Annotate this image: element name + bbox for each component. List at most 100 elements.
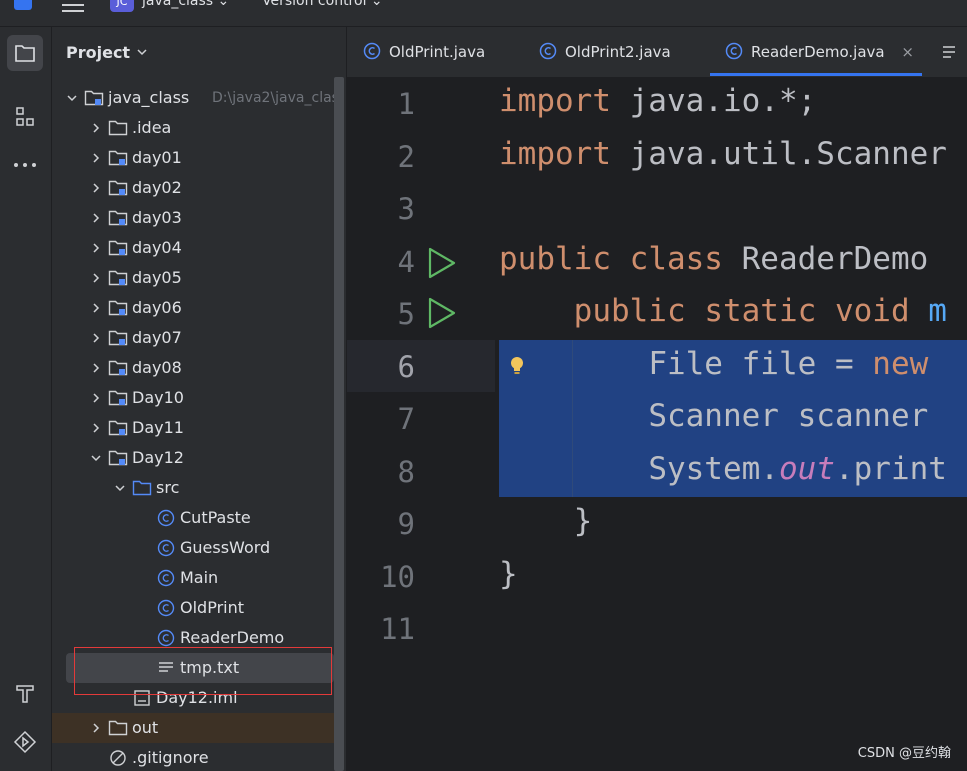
active-tab-indicator xyxy=(710,73,922,76)
tab-readerdemo[interactable]: ReaderDemo.java × xyxy=(725,27,914,77)
tab-label: ReaderDemo.java xyxy=(751,43,885,61)
tree-item-idea[interactable]: .idea xyxy=(52,113,334,143)
tree-item-src[interactable]: src xyxy=(52,473,334,503)
class-icon xyxy=(157,629,175,647)
folder-icon xyxy=(108,150,128,166)
chevron-right-icon[interactable] xyxy=(90,722,102,734)
class-icon xyxy=(157,569,175,587)
chevron-right-icon[interactable] xyxy=(90,422,102,434)
hamburger-menu-icon[interactable] xyxy=(62,0,84,14)
close-icon[interactable]: × xyxy=(901,43,914,61)
code-line-7: Scanner scanner xyxy=(499,398,928,434)
code-line-4: public class ReaderDemo xyxy=(499,241,928,277)
line-number: 6 xyxy=(397,349,415,384)
chevron-right-icon[interactable] xyxy=(90,122,102,134)
tree-item-day06[interactable]: day06 xyxy=(52,293,334,323)
chevron-down-icon[interactable] xyxy=(136,47,148,57)
tree-scrollbar[interactable] xyxy=(334,77,344,771)
more-horizontal-icon xyxy=(14,163,36,167)
code-line-6: File file = new xyxy=(499,346,928,382)
chevron-down-icon[interactable] xyxy=(114,482,126,494)
method-name: m xyxy=(928,293,947,329)
chevron-right-icon[interactable] xyxy=(90,212,102,224)
line-number: 8 xyxy=(397,454,415,489)
project-tool-button[interactable] xyxy=(7,35,43,71)
tree-item-oldprint[interactable]: OldPrint xyxy=(52,593,334,623)
build-tool-button[interactable] xyxy=(7,675,43,711)
tree-item-label: src xyxy=(156,478,180,497)
folder-icon xyxy=(108,300,128,316)
folder-icon xyxy=(108,720,128,736)
run-icon[interactable] xyxy=(427,296,457,330)
tree-item-label: day08 xyxy=(132,358,182,377)
project-badge[interactable]: JC xyxy=(110,0,134,12)
chevron-right-icon[interactable] xyxy=(90,152,102,164)
line-number: 5 xyxy=(397,297,415,331)
tree-item-day02[interactable]: day02 xyxy=(52,173,334,203)
chevron-right-icon[interactable] xyxy=(90,302,102,314)
folder-icon xyxy=(108,120,128,136)
chevron-right-icon[interactable] xyxy=(90,182,102,194)
folder-icon xyxy=(108,270,128,286)
run-icon[interactable] xyxy=(427,246,457,280)
watermark: CSDN @豆约翰 xyxy=(857,746,951,761)
keyword: import xyxy=(499,83,611,119)
line-number: 3 xyxy=(397,192,415,226)
tree-item-guessword[interactable]: GuessWord xyxy=(52,533,334,563)
chevron-down-icon: ⌄ xyxy=(217,0,230,9)
tree-item-day05[interactable]: day05 xyxy=(52,263,334,293)
chevron-right-icon[interactable] xyxy=(90,242,102,254)
tree-item-day12[interactable]: Day12 xyxy=(52,443,334,473)
recent-files-icon[interactable] xyxy=(941,45,957,59)
chevron-right-icon[interactable] xyxy=(90,272,102,284)
static-field: out xyxy=(778,451,835,487)
tree-item-javaclass[interactable]: java_class D:\java2\java_clas xyxy=(52,83,339,113)
tree-item-cutpaste[interactable]: CutPaste xyxy=(52,503,334,533)
tree-item-day01[interactable]: day01 xyxy=(52,143,334,173)
project-panel: Project java_class D:\java2\java_clas .ide… xyxy=(52,27,346,771)
line-number: 9 xyxy=(397,507,415,541)
line-number: 11 xyxy=(380,612,415,646)
project-panel-title[interactable]: Project xyxy=(66,43,130,62)
code-text: java.util.Scanner xyxy=(610,136,947,172)
line-number: 10 xyxy=(380,559,415,594)
project-switcher[interactable]: java_class ⌄ xyxy=(142,0,229,9)
folder-icon xyxy=(108,330,128,346)
tree-item-gitignore[interactable]: .gitignore xyxy=(52,743,334,771)
services-icon xyxy=(13,730,37,754)
line-number: 7 xyxy=(397,402,415,436)
chevron-right-icon[interactable] xyxy=(90,392,102,404)
chevron-down-icon[interactable] xyxy=(66,92,78,104)
tree-item-label: day01 xyxy=(132,148,182,167)
line-number: 2 xyxy=(397,139,415,174)
keyword: void xyxy=(834,293,910,329)
code-editor[interactable]: 1 2 3 4 5 6 7 8 9 10 11 import java.io.*; import j… xyxy=(347,78,967,771)
chevron-right-icon[interactable] xyxy=(90,332,102,344)
more-tools-button[interactable] xyxy=(7,147,43,183)
structure-tool-button[interactable] xyxy=(7,99,43,135)
tree-item-day04[interactable]: day04 xyxy=(52,233,334,263)
tree-item-out[interactable]: out xyxy=(52,713,334,743)
tree-item-day11[interactable]: Day11 xyxy=(52,413,334,443)
tree-item-day07[interactable]: day07 xyxy=(52,323,334,353)
tree-item-day10[interactable]: Day10 xyxy=(52,383,334,413)
folder-icon xyxy=(132,480,152,496)
folder-icon xyxy=(108,450,128,466)
tab-oldprint2[interactable]: OldPrint2.java xyxy=(539,27,671,77)
tab-label: OldPrint.java xyxy=(389,43,486,61)
tree-item-day08[interactable]: day08 xyxy=(52,353,334,383)
tree-item-day03[interactable]: day03 xyxy=(52,203,334,233)
tree-item-label: out xyxy=(132,718,159,737)
code-text: .print xyxy=(834,451,947,487)
services-tool-button[interactable] xyxy=(7,724,43,760)
chevron-down-icon[interactable] xyxy=(90,452,102,464)
class-icon xyxy=(157,539,175,557)
chevron-right-icon[interactable] xyxy=(90,362,102,374)
tab-oldprint[interactable]: OldPrint.java xyxy=(363,27,485,77)
class-icon xyxy=(157,599,175,617)
tree-item-main[interactable]: Main xyxy=(52,563,334,593)
ide-logo-icon xyxy=(14,0,32,10)
code-text: System. xyxy=(648,451,779,487)
vcs-widget[interactable]: Version control ⌄ xyxy=(262,0,383,9)
